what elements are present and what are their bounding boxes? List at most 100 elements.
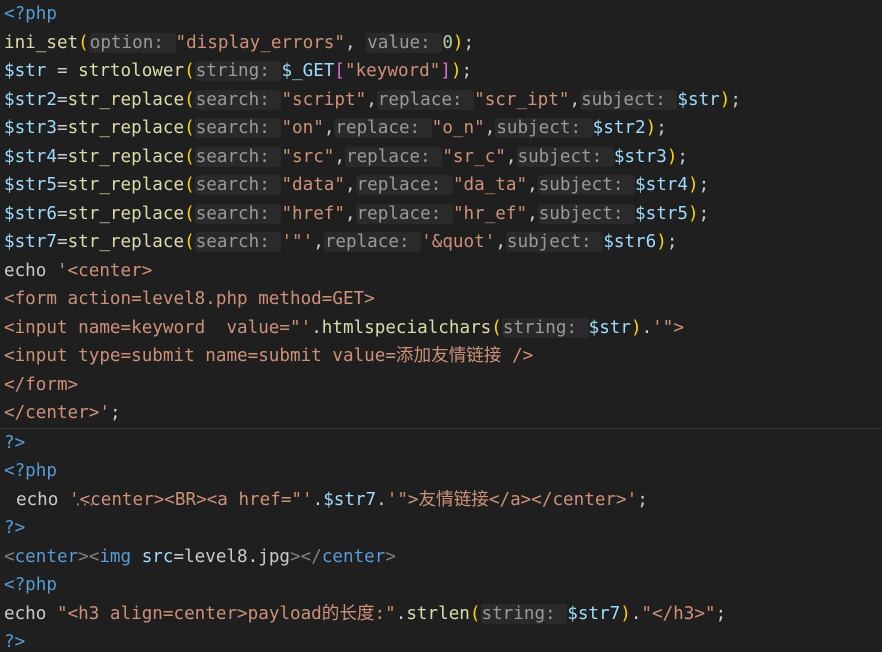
code-line[interactable]: <center><img src=level8.jpg></center> [0,543,882,572]
code-line[interactable]: echo '<center><BR><a href="'.$str7.'">友情… [0,486,882,515]
code-token: $str [677,89,720,110]
code-line[interactable]: $str6=str_replace(search: "href",replace… [0,200,882,229]
code-token: = [56,203,68,224]
code-token: . [641,317,653,338]
code-line[interactable]: $str2=str_replace(search: "script",repla… [0,86,882,115]
code-line[interactable]: <?php [0,457,882,486]
code-token: str_replace [67,203,185,224]
code-token: , [323,118,335,138]
code-token: '&quot' [421,232,496,252]
code-line[interactable]: $str7=str_replace(search: '"',replace: '… [0,228,882,257]
code-line[interactable]: $str5=str_replace(search: "data",replace… [0,171,882,200]
quick-fix-dots-icon[interactable]: ··· [74,499,96,512]
code-token: $str2 [4,89,57,110]
code-token: ) [656,232,667,252]
code-token: , [527,203,538,224]
code-token: '">友情链接</a></center>' [386,489,638,510]
code-token: "display_errors" [175,32,345,53]
code-token: $str7 [567,603,621,624]
code-token: echo [4,603,57,624]
code-token: $str [4,61,47,81]
code-line[interactable]: echo "<h3 align=center>payload的长度:".strl… [0,600,882,629]
code-line[interactable]: <input type=submit name=submit value=添加友… [0,342,882,371]
code-line[interactable]: ?> [0,514,882,543]
code-line[interactable]: <?php [0,0,882,29]
code-token: src [141,546,174,567]
code-token: ; [715,603,727,624]
code-token: $str6 [4,203,57,224]
code-token: = [56,89,68,110]
code-token: =level8.jpg [173,546,291,567]
code-token: . [395,603,407,624]
code-token: "sr_c" [442,146,506,167]
inlay-hint: subject: [505,232,604,252]
inlay-hint: subject: [516,146,614,167]
code-token: htmlspecialchars [321,317,492,338]
code-token: ?> [4,432,26,453]
code-token: ( [184,61,195,81]
code-token: </center>' [4,403,110,423]
code-token: ( [491,317,502,338]
code-line[interactable]: $str3=str_replace(search: "on",replace: … [0,114,882,143]
code-token: <input name=keyword value="' [4,317,312,338]
code-token: = [56,232,68,252]
code-token: , [344,32,367,53]
code-token: ; [698,175,710,195]
code-token: , [495,232,506,252]
code-line[interactable]: ?> [0,429,882,458]
code-token: img [99,546,132,567]
code-editor[interactable]: <?php ini_set(option: "display_errors", v… [0,0,882,652]
code-token: "script" [281,89,367,110]
code-token: '<center> [56,260,153,281]
code-token: ?> [4,518,26,538]
code-line[interactable]: $str4=str_replace(search: "src",replace:… [0,143,882,172]
code-lines[interactable]: <?php ini_set(option: "display_errors", v… [0,0,882,652]
code-line[interactable]: <input name=keyword value="'. htmlspecial… [0,314,882,343]
code-token: > [385,546,396,567]
code-token: ) [620,603,631,624]
code-token: , [313,232,324,252]
code-line[interactable]: <form action=level8.php method=GET> [0,285,882,314]
code-line[interactable]: <?php [0,571,882,600]
code-token: ) [450,61,462,81]
code-token: ) [645,118,657,138]
code-line[interactable]: $str = strtolower(string: $_GET["keyword… [0,57,882,86]
code-token: , [334,146,345,167]
inlay-hint: replace: [355,175,453,195]
code-token: >< [78,546,100,567]
code-token: center [14,546,79,567]
code-token: ( [184,89,195,110]
code-token: [ [334,61,345,81]
inlay-hint: search: [194,175,282,195]
code-token: $str7 [4,232,57,252]
inlay-hint: string: [501,317,589,338]
code-token: . [630,603,642,624]
code-token: ; [698,203,710,224]
inlay-hint: replace: [355,203,453,224]
code-token: ( [469,603,481,624]
code-token: $str6 [603,232,657,252]
code-line[interactable]: echo '<center> [0,257,882,286]
code-token: ( [78,32,89,53]
code-token: ( [184,175,195,195]
code-token: "href" [281,203,345,224]
code-token: ) [452,32,464,53]
code-line[interactable]: ini_set(option: "display_errors", value:… [0,29,882,58]
code-token: ( [184,203,195,224]
code-token: $str5 [4,175,57,195]
code-line[interactable]: ?> [0,628,882,652]
code-token: . [312,489,324,510]
code-token: ini_set [4,32,79,53]
code-token: str_replace [67,89,185,110]
code-token: ; [637,489,648,510]
code-token: <input type=submit name=submit value=添加友… [4,346,534,366]
inlay-hint: option: [88,32,176,53]
code-token: = [56,118,68,138]
code-line[interactable]: </center>'; [0,399,882,428]
code-line[interactable]: </form> [0,371,882,400]
code-token: str_replace [67,175,185,195]
code-token: echo [16,489,69,510]
code-token: '"> [652,317,684,338]
code-token: str_replace [67,146,185,167]
code-token: ; [461,61,473,81]
